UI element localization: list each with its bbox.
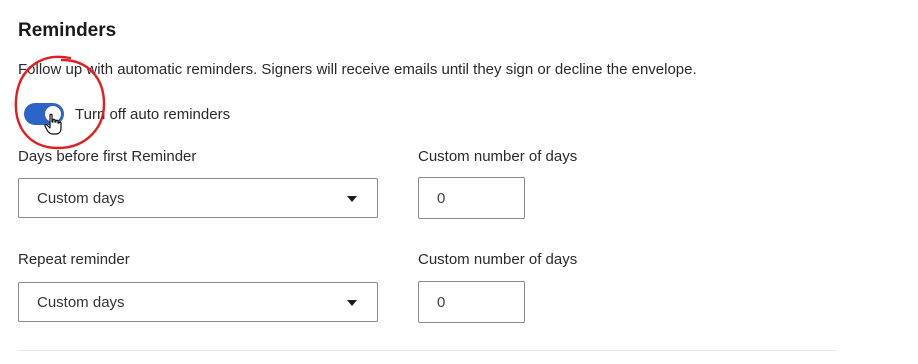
reminders-description: Follow up with automatic reminders. Sign… <box>18 61 697 78</box>
repeat-custom-days-input[interactable] <box>418 281 525 323</box>
repeat-custom-days-label: Custom number of days <box>418 251 578 268</box>
chevron-down-icon <box>347 300 357 306</box>
toggle-label: Turn off auto reminders <box>75 105 231 123</box>
repeat-reminder-selected-value: Custom days <box>37 294 125 311</box>
first-reminder-select[interactable]: Custom days <box>18 178 378 218</box>
reminders-panel: Reminders Follow up with automatic remin… <box>0 0 918 364</box>
repeat-reminder-label: Repeat reminder <box>18 251 130 268</box>
first-custom-days-label: Custom number of days <box>418 148 578 165</box>
first-reminder-selected-value: Custom days <box>37 190 125 207</box>
section-title: Reminders <box>18 20 117 41</box>
first-reminder-label: Days before first Reminder <box>18 148 197 165</box>
chevron-down-icon <box>347 196 357 202</box>
repeat-reminder-select[interactable]: Custom days <box>18 282 378 322</box>
section-divider <box>18 350 836 351</box>
hand-cursor-icon <box>44 113 62 135</box>
first-custom-days-input[interactable] <box>418 177 525 219</box>
